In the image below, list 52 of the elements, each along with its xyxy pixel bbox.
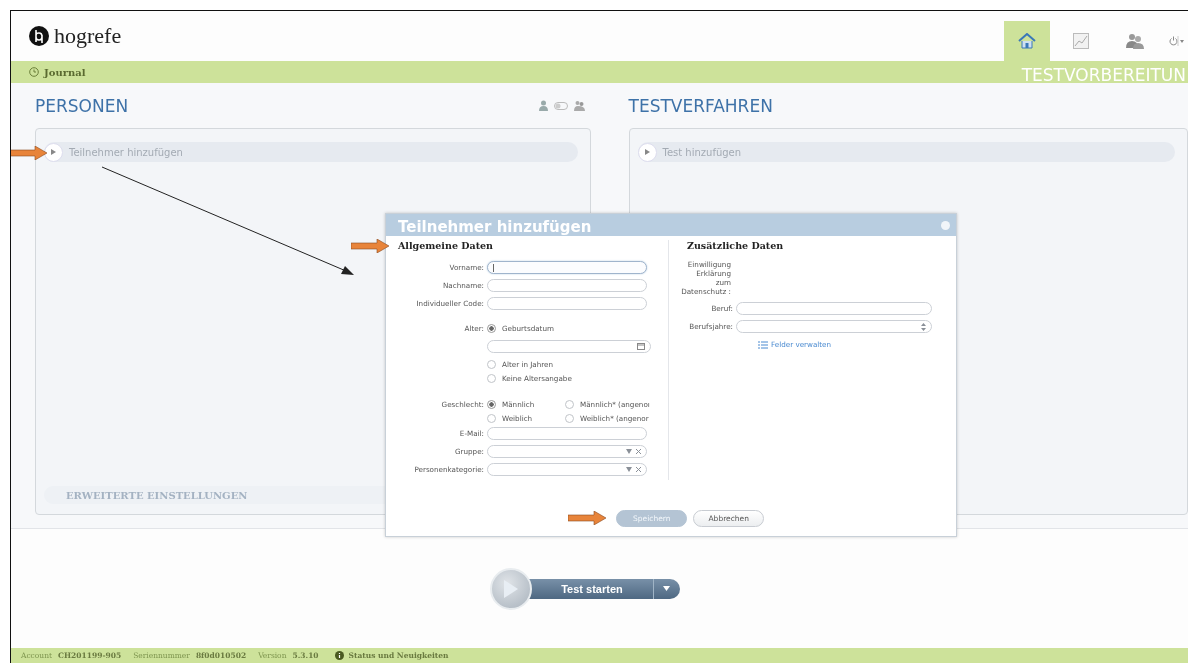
radio-button[interactable] [487,400,496,409]
close-icon[interactable] [941,220,950,230]
toggle-icon[interactable] [553,101,568,110]
spinner-icon [921,322,926,331]
text-field[interactable] [487,297,647,310]
add-row[interactable]: Test hinzufügen [637,142,1175,162]
play-icon [51,149,56,155]
pointer-arrow [568,511,607,525]
home-icon [1018,33,1036,49]
section-title: TESTVORBEREITUN [1021,68,1186,83]
dialog-title: Teilnehmer hinzufügen [398,219,592,236]
clear-icon [636,449,641,454]
chart-icon [1073,33,1089,49]
caret-icon [663,586,670,591]
play-icon [644,149,650,155]
dropdown-field[interactable] [487,463,647,476]
text-field[interactable] [487,261,647,274]
date-field[interactable] [487,340,651,353]
section-heading: Allgemeine Daten [398,240,494,251]
start-test-button[interactable]: Test starten [489,568,680,609]
add-row[interactable]: Teilnehmer hinzufügen [44,142,578,162]
dropdown-field[interactable] [487,445,647,458]
pointer-arrow [351,239,389,253]
radio-button[interactable] [487,414,496,423]
text-field[interactable] [736,302,932,315]
dropdown-icon [626,467,632,472]
radio-button[interactable] [565,414,574,423]
list-icon [758,340,768,349]
radio-button[interactable] [487,360,496,369]
logo-text: hogrefe [54,23,122,49]
calendar-icon [637,343,645,350]
clear-icon [636,467,641,472]
radio-button[interactable] [487,324,496,333]
power-icon [1169,36,1185,46]
nav-tab[interactable] [1004,21,1050,61]
section-heading: Zusätzliche Daten [687,240,785,251]
group-icon[interactable] [573,100,585,111]
text-field[interactable] [487,427,647,440]
users-icon [1126,33,1144,49]
text-field[interactable] [487,279,647,292]
panel-title: TESTVERFAHREN [628,95,773,116]
person-icon[interactable] [538,100,548,111]
journal-link[interactable]: Journal [29,66,86,78]
number-field[interactable] [736,320,932,333]
radio-button[interactable] [565,400,574,409]
logo-icon [29,26,49,46]
panel-title: PERSONEN [35,95,129,116]
info-icon [334,651,344,660]
dropdown-icon [626,449,632,454]
pointer-arrow [11,146,47,160]
radio-button[interactable] [487,374,496,383]
clock-icon [29,67,39,77]
